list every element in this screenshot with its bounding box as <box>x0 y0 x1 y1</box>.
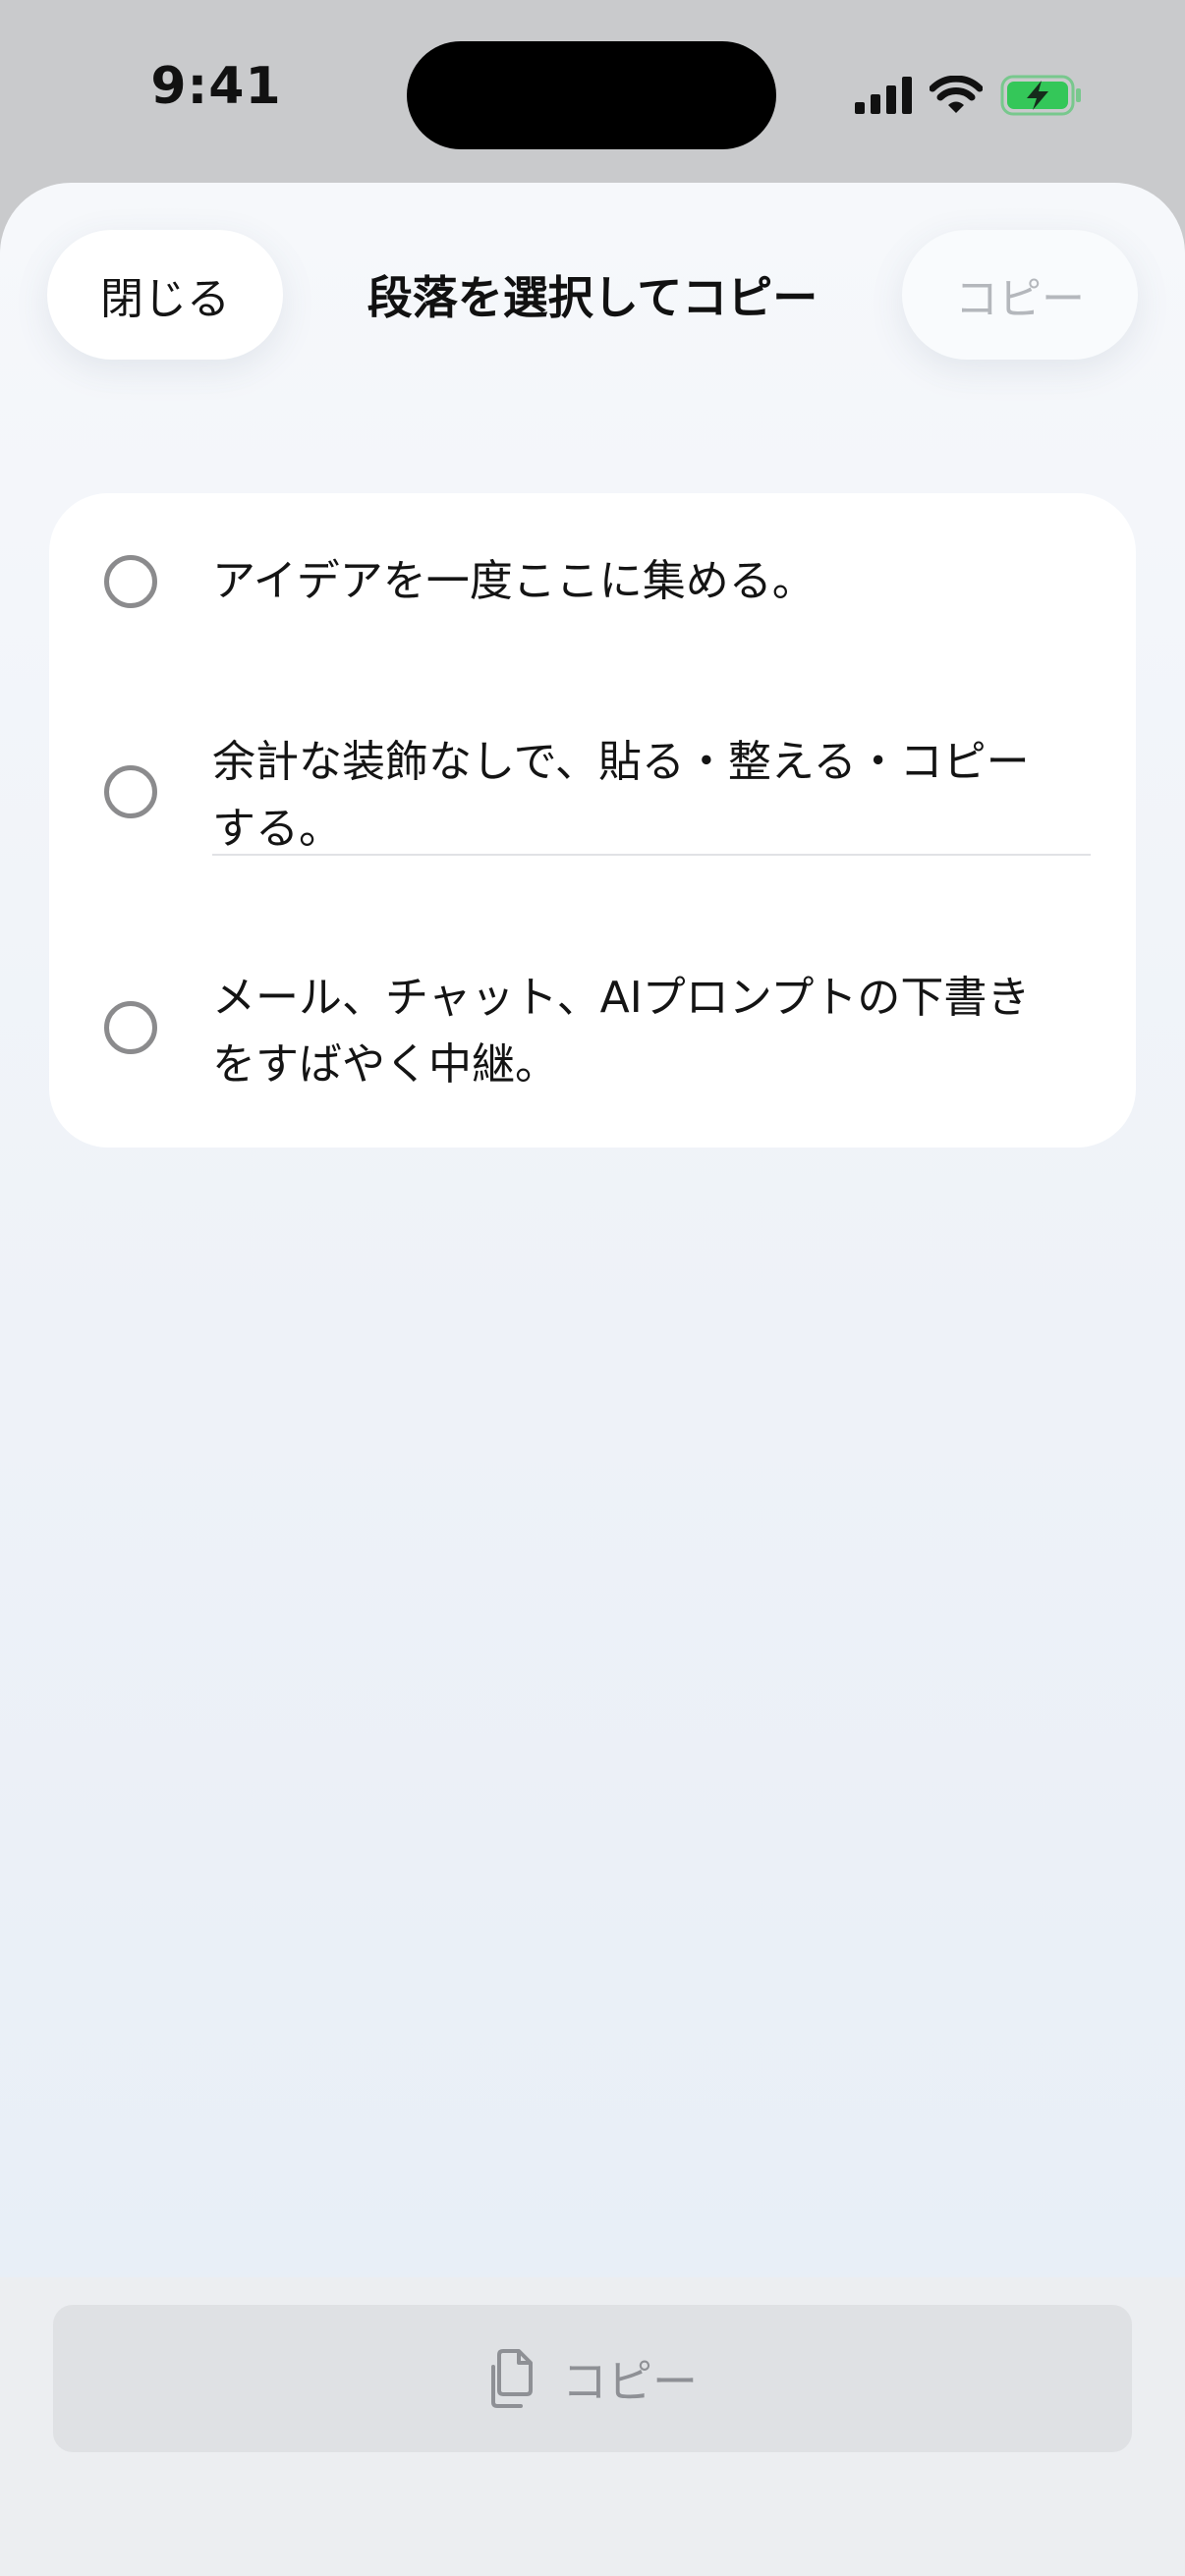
close-button[interactable]: 閉じる <box>47 230 283 360</box>
paragraph-text: 余計な装飾なしで、貼る・整える・コピーする。 <box>212 737 1030 854</box>
paragraph-row-2[interactable]: 余計な装飾なしで、貼る・整える・コピーする。 <box>49 674 1136 910</box>
battery-charging-icon <box>1000 75 1081 116</box>
copy-bottom-button[interactable]: コピー <box>53 2305 1132 2452</box>
selection-sheet: 閉じる 段落を選択してコピー コピー アイデアを一度ここに集める。 余計な装飾な… <box>0 183 1185 2576</box>
copy-documents-icon <box>491 2349 533 2408</box>
sheet-header: 閉じる 段落を選択してコピー コピー <box>0 230 1185 360</box>
paragraph-row-1[interactable]: アイデアを一度ここに集める。 <box>49 493 1136 674</box>
copy-header-button[interactable]: コピー <box>902 230 1138 360</box>
sheet-title: 段落を選択してコピー <box>367 271 818 324</box>
status-icons <box>855 71 1083 120</box>
status-time: 9:41 <box>150 57 282 116</box>
paragraph-text: メール、チャット、AIプロンプトの下書きをすばやく中継。 <box>212 973 1031 1090</box>
bottom-toolbar: コピー <box>0 2277 1185 2576</box>
status-bar: 9:41 <box>0 0 1185 187</box>
radio-empty-icon[interactable] <box>104 765 157 818</box>
dynamic-island <box>407 41 776 149</box>
paragraph-list: アイデアを一度ここに集める。 余計な装飾なしで、貼る・整える・コピーする。 メー… <box>49 493 1136 1148</box>
paragraph-row-3[interactable]: メール、チャット、AIプロンプトの下書きをすばやく中継。 <box>49 910 1136 1148</box>
radio-empty-icon[interactable] <box>104 555 157 608</box>
paragraph-text: アイデアを一度ここに集める。 <box>212 556 816 606</box>
radio-empty-icon[interactable] <box>104 1001 157 1054</box>
cellular-signal-icon <box>855 77 912 114</box>
wifi-icon <box>930 76 983 113</box>
copy-bottom-label: コピー <box>562 2355 698 2408</box>
